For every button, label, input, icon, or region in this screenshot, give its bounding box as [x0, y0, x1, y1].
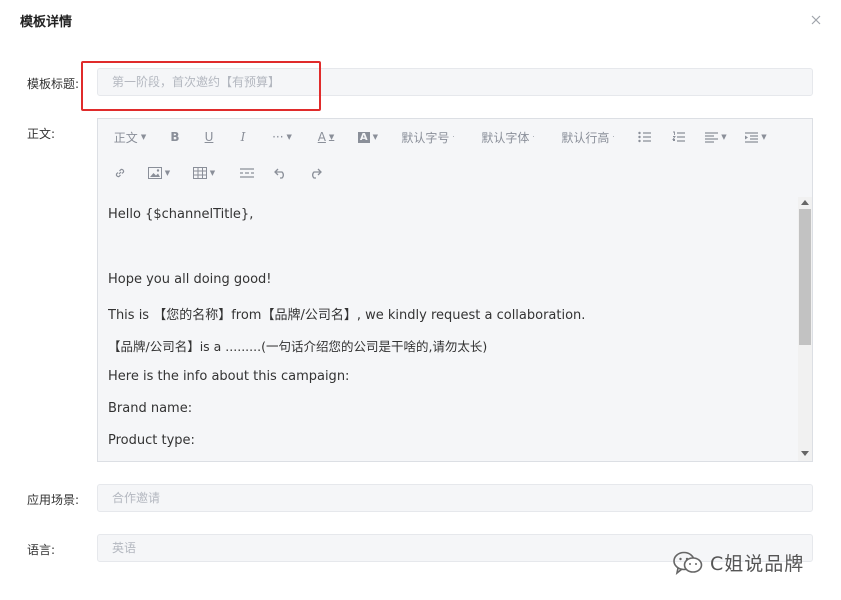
- scroll-up-icon[interactable]: [801, 200, 809, 205]
- editor-line: Hope you all doing good!: [108, 272, 272, 287]
- link-icon: [115, 168, 125, 178]
- chevron-down-icon: ▼: [286, 133, 292, 141]
- chevron-down-icon: ▼: [140, 133, 147, 141]
- table-dropdown[interactable]: ▼: [186, 161, 222, 185]
- chevron-down-icon: ▼: [209, 169, 216, 177]
- font-color-label: A: [317, 130, 326, 144]
- font-size-dropdown[interactable]: 默认字号 ·: [388, 125, 468, 149]
- more-options-dropdown[interactable]: ··· ▼: [260, 125, 304, 149]
- title-input[interactable]: 第一阶段，首次邀约【有预算】: [97, 68, 813, 96]
- indent-dropdown[interactable]: ▼: [736, 125, 776, 149]
- italic-button[interactable]: I: [226, 125, 260, 149]
- editor-toolbar-row-1: 正文 ▼ B U I ··· ▼ A ▼ A ▼ 默认字号 · 默认字体 · 默认行高 ·: [108, 119, 776, 155]
- watermark: C姐说品牌: [672, 549, 804, 576]
- table-icon: [192, 167, 207, 179]
- horizontal-rule-button[interactable]: [230, 161, 264, 185]
- scene-label: 应用场景:: [27, 493, 80, 507]
- redo-icon: [312, 168, 322, 179]
- scroll-thumb[interactable]: [799, 209, 811, 345]
- chevron-down-icon: ·: [452, 133, 455, 141]
- editor-scrollbar[interactable]: [798, 197, 812, 461]
- align-dropdown[interactable]: ▼: [696, 125, 736, 149]
- background-color-label: A: [357, 131, 370, 143]
- scene-input[interactable]: 合作邀请: [97, 484, 813, 512]
- paragraph-format-label: 正文: [113, 130, 138, 145]
- numbered-list-icon: [672, 131, 685, 142]
- watermark-text: C姐说品牌: [710, 553, 805, 575]
- more-options-label: ···: [272, 130, 284, 144]
- scroll-down-icon[interactable]: [801, 451, 809, 456]
- chevron-down-icon: ▼: [164, 169, 171, 177]
- editor-content[interactable]: Hello {$channelTitle}, Hope you all doin…: [108, 199, 798, 461]
- editor-line: This is 【您的名称】from【品牌/公司名】, we kindly re…: [108, 308, 586, 323]
- redo-button[interactable]: [298, 161, 332, 185]
- dialog-title: 模板详情: [20, 15, 73, 30]
- line-height-dropdown[interactable]: 默认行高 ·: [548, 125, 628, 149]
- editor-line: Brand name:: [108, 401, 193, 416]
- font-family-label: 默认字体: [481, 130, 530, 145]
- underline-button[interactable]: U: [192, 125, 226, 149]
- background-color-dropdown[interactable]: A ▼: [348, 125, 388, 149]
- title-label: 模板标题:: [27, 77, 80, 91]
- wechat-icon: [673, 551, 703, 575]
- indent-icon: [745, 131, 759, 143]
- align-left-icon: [705, 131, 719, 143]
- line-height-label: 默认行高: [561, 130, 610, 145]
- font-family-dropdown[interactable]: 默认字体 ·: [468, 125, 548, 149]
- editor-line: Product type:: [108, 433, 195, 448]
- editor-line: Hello {$channelTitle},: [108, 207, 254, 222]
- undo-button[interactable]: [264, 161, 298, 185]
- divider-icon: [240, 168, 254, 178]
- image-dropdown[interactable]: ▼: [142, 161, 176, 185]
- link-button[interactable]: [108, 161, 132, 185]
- chevron-down-icon: ▼: [372, 133, 379, 141]
- chevron-down-icon: ▼: [761, 133, 767, 141]
- chevron-down-icon: ·: [612, 133, 615, 141]
- language-label: 语言:: [27, 543, 56, 557]
- paragraph-format-dropdown[interactable]: 正文 ▼: [108, 125, 152, 149]
- editor-line: Here is the info about this campaign:: [108, 369, 350, 384]
- image-icon: [147, 167, 162, 179]
- close-icon: [811, 15, 821, 25]
- font-color-dropdown[interactable]: A ▼: [304, 125, 348, 149]
- bullet-list-button[interactable]: [628, 125, 662, 149]
- editor-toolbar-row-2: ▼ ▼: [108, 155, 332, 191]
- close-button[interactable]: [808, 12, 824, 28]
- chevron-down-icon: ▼: [721, 133, 727, 141]
- body-label: 正文:: [27, 127, 56, 141]
- undo-icon: [274, 168, 284, 179]
- chevron-down-icon: ▼: [328, 133, 335, 141]
- numbered-list-button[interactable]: [662, 125, 696, 149]
- editor-line: 【品牌/公司名】is a .........(一句话介绍您的公司是干啥的,请勿太…: [108, 339, 488, 354]
- bullet-list-icon: [638, 131, 651, 143]
- rich-text-editor: 正文 ▼ B U I ··· ▼ A ▼ A ▼ 默认字号 · 默认字体 · 默认行高 ·: [97, 118, 813, 462]
- font-size-label: 默认字号: [401, 130, 450, 145]
- bold-button[interactable]: B: [158, 125, 192, 149]
- chevron-down-icon: ·: [532, 133, 535, 141]
